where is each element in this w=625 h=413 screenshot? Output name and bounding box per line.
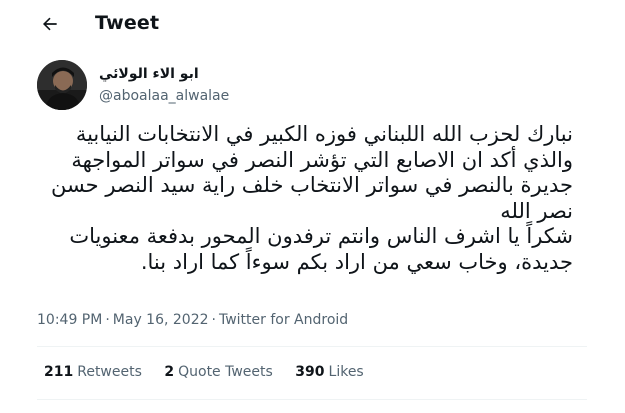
tweet-text-line: شكراً يا اشرف الناس وانتم ترفدون المحور …	[69, 224, 573, 248]
page-title: Tweet	[95, 12, 160, 34]
retweets-stat[interactable]: 211 Retweets	[44, 364, 142, 380]
user-display-name[interactable]: ابو الاء الولائي	[99, 66, 199, 82]
tweet-meta: 10:49 PM · May 16, 2022 · Twitter for Androi…	[37, 312, 348, 328]
back-button[interactable]	[36, 10, 64, 38]
arrow-left-icon	[43, 17, 57, 31]
quote-tweets-count: 2	[164, 364, 175, 380]
user-handle[interactable]: @aboalaa_alwalae	[99, 88, 229, 104]
tweet-text-line: نبارك لحزب الله اللبناني فوزه الكبير في …	[75, 122, 573, 146]
likes-stat[interactable]: 390 Likes	[295, 364, 363, 380]
divider	[37, 346, 587, 347]
tweet-date[interactable]: May 16, 2022	[113, 312, 209, 328]
likes-label: Likes	[328, 364, 364, 380]
tweet-stats: 211 Retweets 2 Quote Tweets 390 Likes	[44, 364, 382, 380]
likes-count: 390	[295, 364, 325, 380]
tweet-text-line: جديرة بالنصر في سواتر الانتخاب خلف راية …	[50, 173, 573, 197]
tweet-text-line: والذي أكد ان الاصابع التي تؤشر النصر في …	[71, 147, 573, 172]
quote-tweets-label: Quote Tweets	[178, 364, 273, 380]
avatar[interactable]	[37, 60, 87, 110]
tweet-text-line: نصر الله	[500, 198, 573, 223]
avatar-image	[37, 60, 87, 110]
meta-separator: ·	[105, 312, 110, 328]
tweet-source: Twitter for Android	[218, 312, 349, 328]
divider	[37, 399, 587, 400]
tweet-header: Tweet	[0, 0, 625, 50]
quote-tweets-stat[interactable]: 2 Quote Tweets	[164, 364, 272, 380]
tweet-time[interactable]: 10:49 PM	[37, 312, 102, 328]
tweet-text-line: جديدة، وخاب سعي من اراد بكم سوءاً كما ار…	[140, 249, 573, 274]
retweets-label: Retweets	[77, 364, 142, 380]
retweets-count: 211	[44, 364, 74, 380]
tweet-text: نبارك لحزب الله اللبناني فوزه الكبير في …	[37, 122, 573, 275]
meta-separator: ·	[211, 312, 216, 328]
